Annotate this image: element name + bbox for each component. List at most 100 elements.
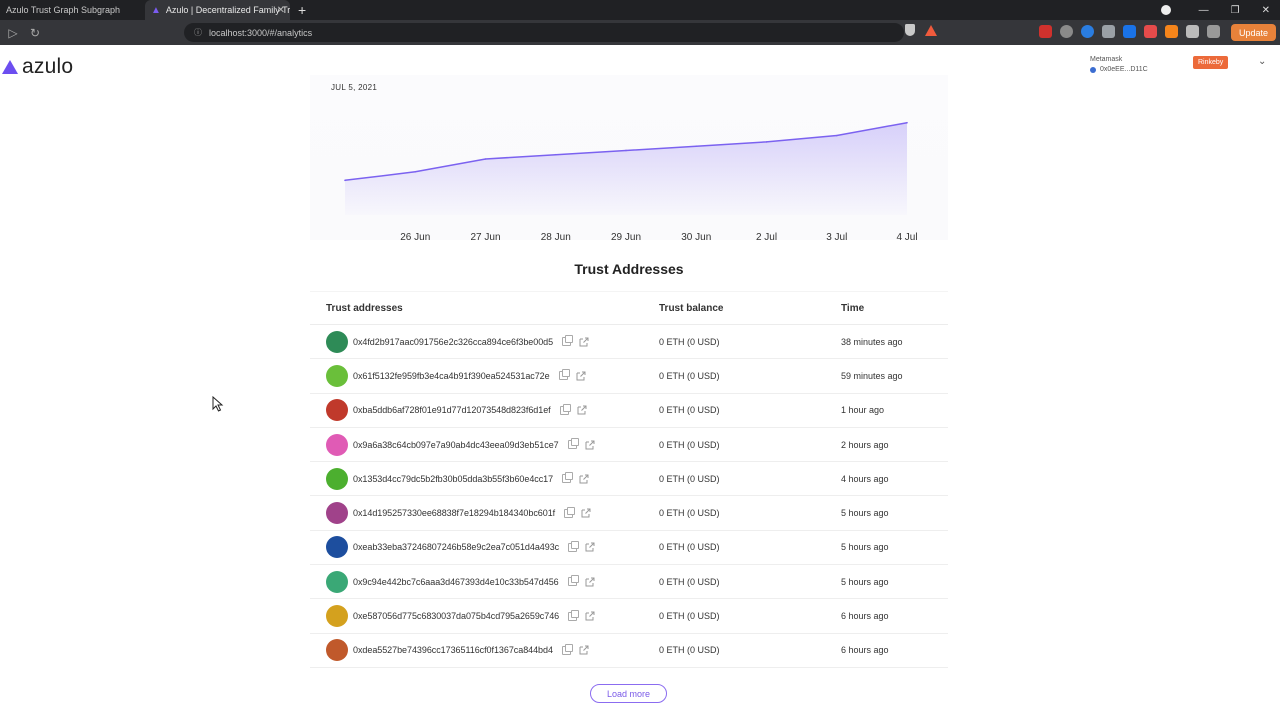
trust-address[interactable]: 0x4fd2b917aac091756e2c326cca894ce6f3be00… — [353, 337, 553, 347]
update-button[interactable]: Update — [1230, 24, 1276, 41]
x-tick-label: 27 Jun — [470, 232, 500, 240]
address-cell: 0x4fd2b917aac091756e2c326cca894ce6f3be00… — [310, 330, 659, 353]
identicon-avatar — [326, 536, 348, 559]
external-link-icon[interactable] — [577, 405, 587, 415]
table-row: 0x14d195257330ee68838f7e18294b184340bc60… — [310, 496, 948, 531]
trust-address[interactable]: 0x14d195257330ee68838f7e18294b184340bc60… — [353, 508, 555, 518]
extension-grid-icon[interactable] — [1102, 25, 1115, 38]
external-link-icon[interactable] — [579, 337, 589, 347]
chart-point[interactable] — [695, 145, 698, 147]
table-row: 0x1353d4cc79dc5b2fb30b05dda3b55f3b60e4cc… — [310, 462, 948, 497]
profile-icon[interactable] — [1160, 5, 1171, 15]
browser-tab-azulo[interactable]: ▲ Azulo | Decentralized Family Trust ✕ — [145, 0, 290, 20]
minimize-icon[interactable]: — — [1199, 5, 1209, 16]
trust-address[interactable]: 0xeab33eba37246807246b58e9c2ea7c051d4a49… — [353, 542, 559, 552]
extension-red-icon[interactable] — [1144, 25, 1157, 38]
table-row: 0xba5ddb6af728f01e91d77d12073548d823f6d1… — [310, 394, 948, 428]
column-header-balance: Trust balance — [659, 302, 724, 314]
load-more-button[interactable]: Load more — [590, 684, 667, 703]
time-cell: 5 hours ago — [841, 576, 889, 587]
metamask-fox-icon[interactable] — [1165, 25, 1178, 38]
external-link-icon[interactable] — [585, 440, 595, 450]
copy-icon[interactable] — [568, 609, 580, 621]
chart-point[interactable] — [344, 179, 346, 182]
browser-tab-subgraph[interactable]: Azulo Trust Graph Subgraph — [0, 0, 145, 20]
identicon-avatar — [326, 364, 348, 387]
trust-address[interactable]: 0x9c94e442bc7c6aaa3d467393d4e10c33b547d4… — [353, 577, 559, 587]
extension-calendar-icon[interactable] — [1039, 25, 1052, 38]
table-row: 0x4fd2b917aac091756e2c326cca894ce6f3be00… — [310, 325, 948, 360]
external-link-icon[interactable] — [576, 371, 586, 381]
reload-icon[interactable]: ↻ — [24, 26, 46, 40]
external-link-icon[interactable] — [585, 542, 595, 552]
x-tick-label: 2 Jul — [756, 232, 777, 240]
brave-rewards-icon[interactable] — [925, 24, 937, 36]
chart-point[interactable] — [625, 149, 627, 152]
copy-icon[interactable] — [562, 335, 574, 347]
new-tab-button[interactable]: + — [290, 0, 314, 20]
trust-address[interactable]: 0xba5ddb6af728f01e91d77d12073548d823f6d1… — [353, 405, 551, 415]
copy-icon[interactable] — [567, 438, 579, 450]
address-bar[interactable]: ⓘ localhost:3000/#/analytics — [184, 23, 904, 42]
trust-address[interactable]: 0xdea5527be74396cc17365116cf0f1367ca844b… — [353, 645, 553, 655]
x-tick-label: 26 Jun — [400, 232, 430, 240]
wallet-info[interactable]: Metamask 0x0eEE...D11C — [1090, 55, 1148, 75]
external-link-icon[interactable] — [585, 577, 595, 587]
trust-address[interactable]: 0x61f5132fe959fb3e4ca4b91f390ea524531ac7… — [353, 371, 550, 381]
browser-toolbar: ▷ ↻ 🔖 ⓘ localhost:3000/#/analytics Updat… — [0, 20, 1280, 45]
network-badge[interactable]: Rinkeby — [1193, 56, 1229, 69]
address-cell: 0xdea5527be74396cc17365116cf0f1367ca844b… — [310, 639, 659, 662]
extensions-puzzle-icon[interactable] — [1186, 25, 1199, 38]
close-tab-icon[interactable]: ✕ — [277, 5, 285, 16]
azulo-logo[interactable]: azulo — [2, 55, 73, 79]
identicon-avatar — [326, 639, 348, 662]
copy-icon[interactable] — [564, 506, 576, 518]
close-window-icon[interactable]: ✕ — [1262, 5, 1270, 16]
balance-cell: 0 ETH (0 USD) — [659, 576, 720, 587]
identicon-avatar — [326, 330, 348, 353]
copy-icon[interactable] — [558, 369, 570, 381]
tab-title: Azulo Trust Graph Subgraph — [6, 5, 121, 15]
address-cell: 0xeab33eba37246807246b58e9c2ea7c051d4a49… — [310, 536, 659, 559]
external-link-icon[interactable] — [585, 611, 595, 621]
extension-grey-icon[interactable] — [1060, 25, 1073, 38]
url-text: localhost:3000/#/analytics — [209, 27, 313, 38]
time-cell: 59 minutes ago — [841, 370, 903, 381]
chart-area[interactable]: 26 Jun 27 Jun 28 Jun 29 Jun 30 Jun 2 Jul 3 Jul… — [310, 75, 948, 240]
external-link-icon[interactable] — [581, 508, 591, 518]
chart-point[interactable] — [414, 171, 417, 173]
reading-list-icon[interactable] — [1207, 25, 1220, 38]
copy-icon[interactable] — [561, 643, 573, 655]
table-row: 0x9a6a38c64cb097e7a90ab4dc43eea09d3eb51c… — [310, 428, 948, 463]
address-cell: 0xba5ddb6af728f01e91d77d12073548d823f6d1… — [310, 399, 659, 422]
table-row: 0xe587056d775c6830037da075b4cd795a2659c7… — [310, 599, 948, 634]
copy-icon[interactable] — [559, 403, 571, 415]
restore-icon[interactable]: ❐ — [1231, 5, 1240, 16]
balance-cell: 0 ETH (0 USD) — [659, 508, 720, 519]
copy-icon[interactable] — [562, 472, 574, 484]
trust-address[interactable]: 0x9a6a38c64cb097e7a90ab4dc43eea09d3eb51c… — [353, 440, 559, 450]
table-row: 0xeab33eba37246807246b58e9c2ea7c051d4a49… — [310, 531, 948, 566]
chevron-down-icon[interactable]: ⌄ — [1258, 56, 1266, 67]
identicon-avatar — [326, 467, 348, 490]
copy-icon[interactable] — [567, 575, 579, 587]
trust-address[interactable]: 0xe587056d775c6830037da075b4cd795a2659c7… — [353, 611, 559, 621]
trust-addresses-table: Trust addresses Trust balance Time 0x4fd… — [310, 291, 948, 668]
extension-blue-icon[interactable] — [1081, 25, 1094, 38]
chart-point[interactable] — [835, 134, 838, 137]
external-link-icon[interactable] — [579, 645, 589, 655]
chart-point[interactable] — [765, 141, 768, 143]
balance-cell: 0 ETH (0 USD) — [659, 645, 720, 656]
chart-point[interactable] — [484, 158, 487, 160]
forward-icon[interactable]: ▷ — [2, 26, 24, 40]
chart-point[interactable] — [554, 153, 557, 156]
copy-icon[interactable] — [568, 540, 580, 552]
site-info-icon[interactable]: ⓘ — [194, 27, 202, 38]
external-link-icon[interactable] — [579, 474, 589, 484]
brave-shield-icon[interactable] — [905, 24, 915, 36]
table-row: 0x9c94e442bc7c6aaa3d467393d4e10c33b547d4… — [310, 565, 948, 600]
time-cell: 2 hours ago — [841, 439, 889, 450]
chart-point[interactable] — [906, 121, 908, 124]
trust-address[interactable]: 0x1353d4cc79dc5b2fb30b05dda3b55f3b60e4cc… — [353, 474, 553, 484]
extension-window-icon[interactable] — [1123, 25, 1136, 38]
